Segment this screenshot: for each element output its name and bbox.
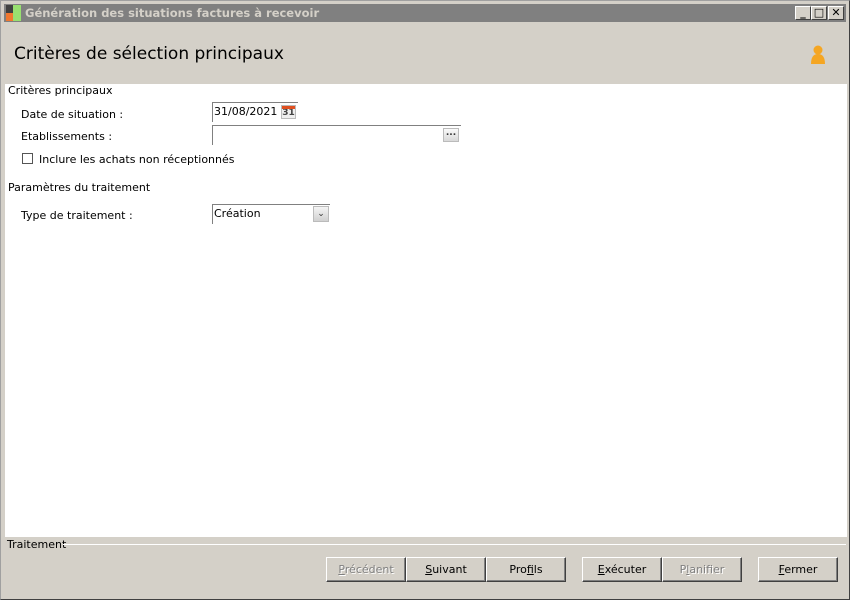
close-button[interactable]: ✕ [828,6,844,20]
section-title-main: Critères principaux [8,84,117,97]
calendar-icon[interactable]: 31 [281,105,296,119]
profils-button[interactable]: Profils [486,557,566,582]
include-checkbox[interactable] [22,153,33,164]
form-area: Critères principaux Date de situation : … [5,84,847,537]
footer-label: Traitement [7,538,67,551]
planifier-button[interactable]: Planifier [662,557,742,582]
browse-button[interactable]: ... [443,128,459,142]
etablissements-input[interactable] [212,125,461,145]
window: Génération des situations factures à rec… [0,0,850,600]
page-title: Critères de sélection principaux [14,44,284,64]
include-label[interactable]: Inclure les achats non réceptionnés [39,153,235,166]
section-title-params: Paramètres du traitement [8,181,155,194]
person-icon[interactable] [809,44,827,66]
header: Critères de sélection principaux [4,22,846,84]
window-title: Génération des situations factures à rec… [25,6,320,20]
date-label: Date de situation : [21,108,124,121]
app-icon [6,5,22,21]
chevron-down-icon[interactable]: ⌄ [313,206,329,222]
precedent-button[interactable]: Précédent [326,557,406,582]
title-bar[interactable]: Génération des situations factures à rec… [4,4,846,22]
type-label: Type de traitement : [21,209,133,222]
maximize-button[interactable]: □ [811,6,827,20]
suivant-button[interactable]: Suivant [406,557,486,582]
minimize-button[interactable]: _ [795,6,811,20]
etablissements-label: Etablissements : [21,130,113,143]
executer-button[interactable]: Exécuter [582,557,662,582]
fermer-button[interactable]: Fermer [758,557,838,582]
